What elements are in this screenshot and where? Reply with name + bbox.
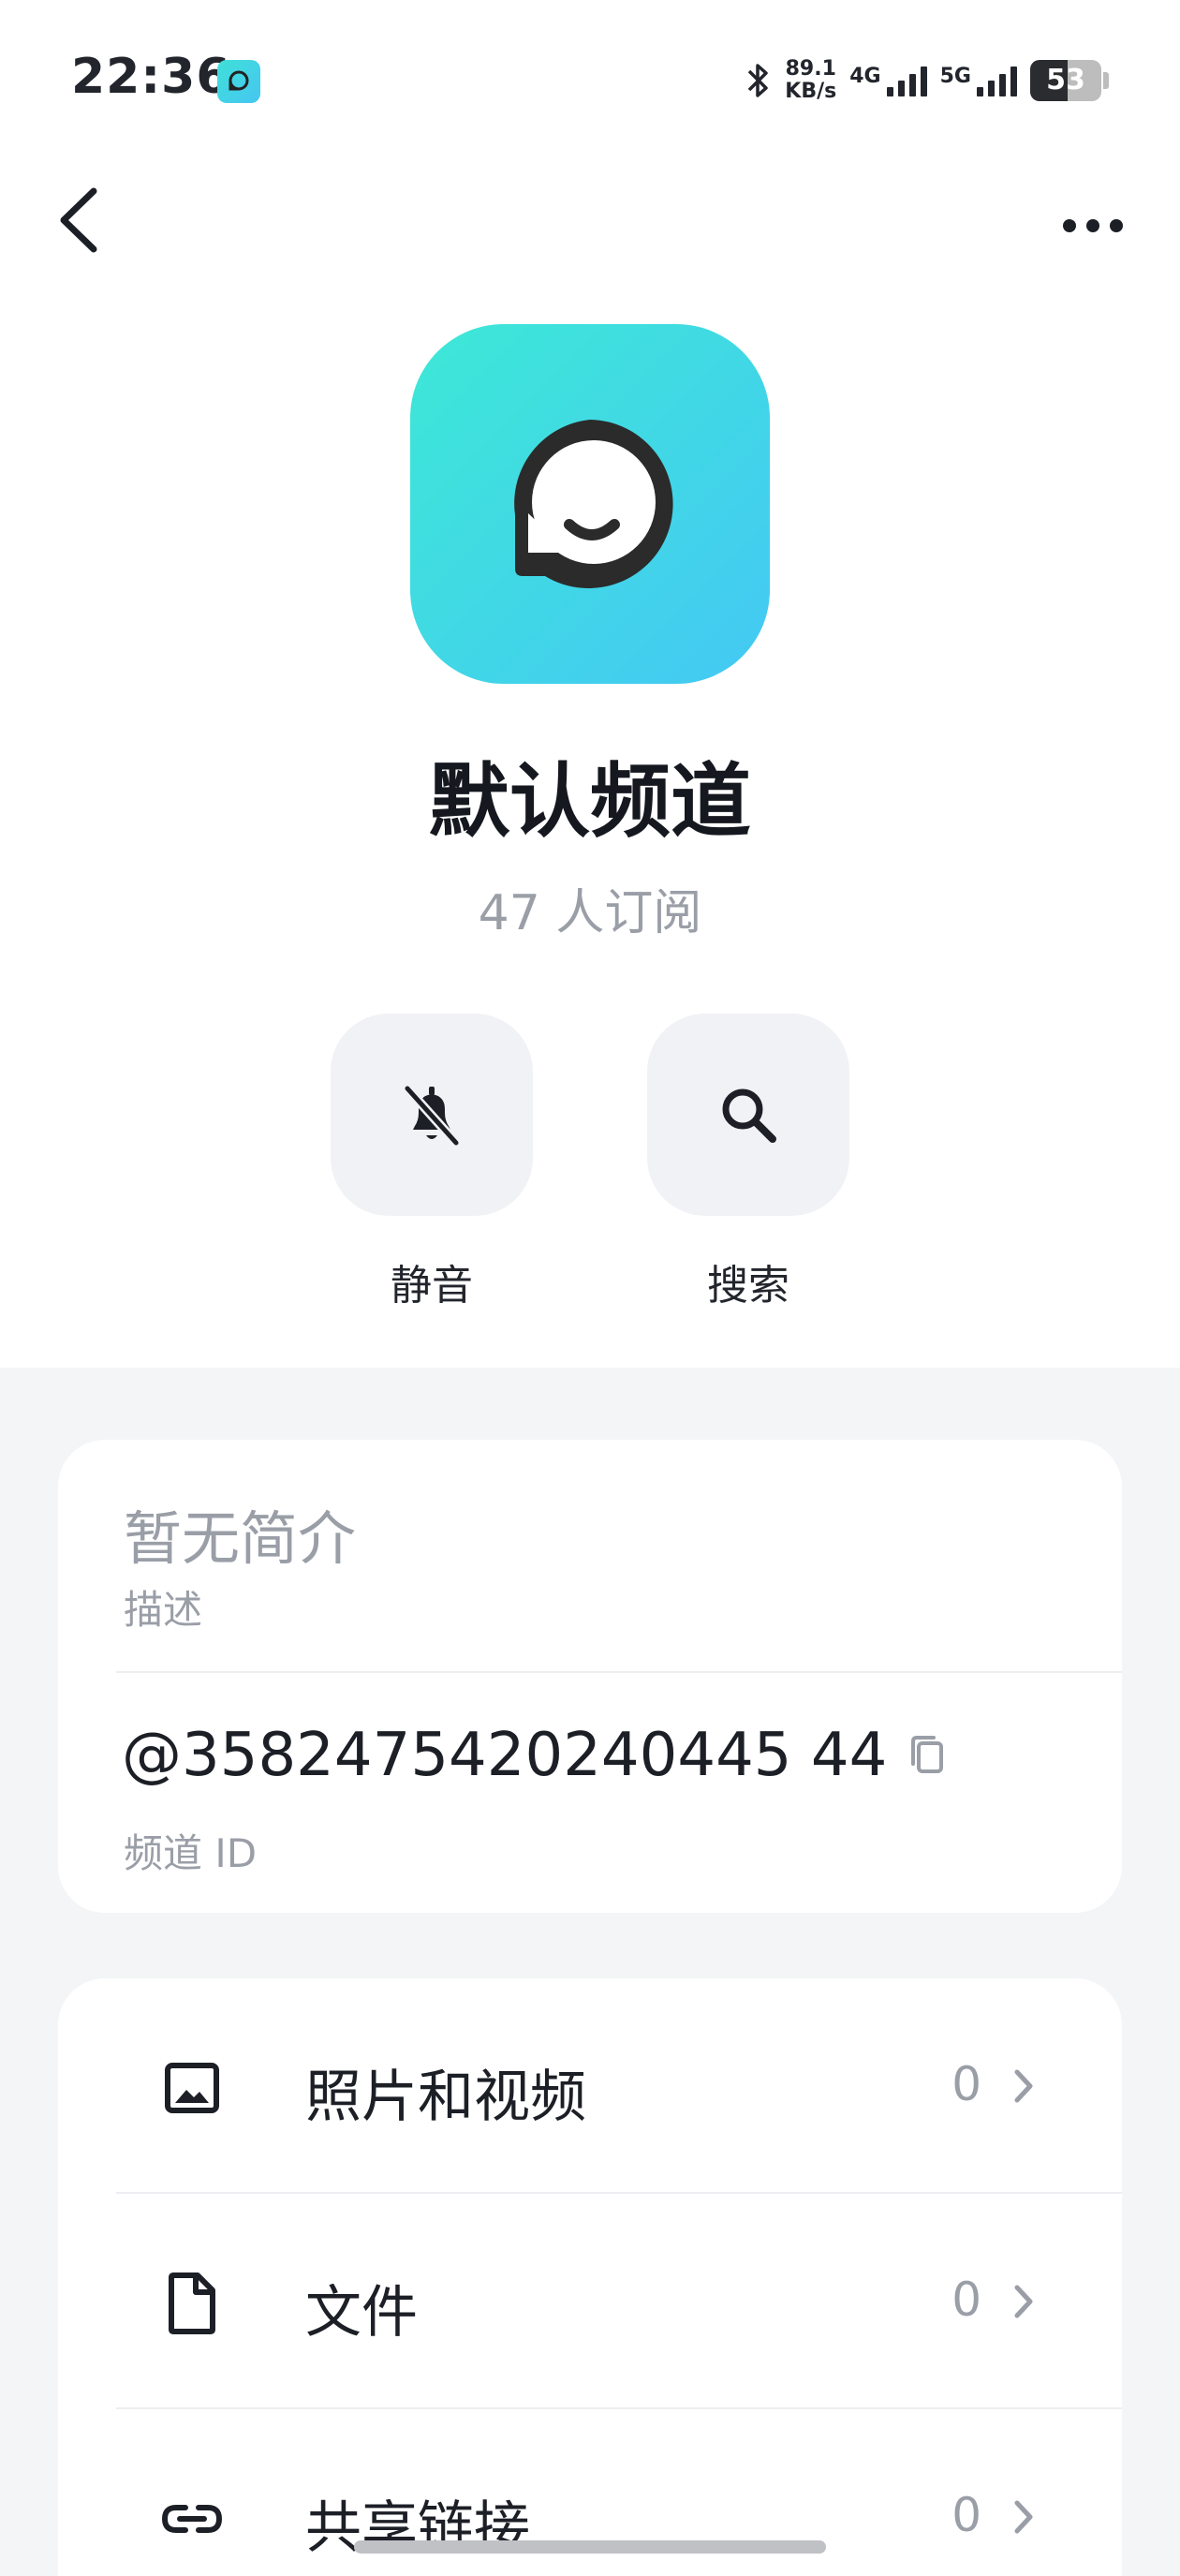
description-label: 描述	[124, 1587, 203, 1633]
mute-label: 静音	[391, 1262, 473, 1310]
channel-info-card: 暂无简介 描述 @3582475420240445 44 频道 ID	[58, 1440, 1122, 1913]
network-speed: 89.1 KB/s	[785, 58, 836, 103]
channel-id-value: @3582475420240445 44	[122, 1721, 888, 1790]
channel-avatar	[410, 324, 770, 684]
more-horizontal-icon	[1063, 219, 1123, 232]
channel-title: 默认频道	[429, 755, 751, 849]
chevron-right-icon	[1014, 2285, 1033, 2318]
chevron-left-icon	[60, 187, 97, 253]
chat-bubble-icon	[514, 420, 673, 588]
description-value: 暂无简介	[124, 1504, 357, 1573]
file-icon	[159, 2271, 225, 2336]
mute-button-circle[interactable]	[331, 1014, 533, 1216]
search-icon	[722, 1088, 776, 1143]
bell-off-icon	[403, 1084, 461, 1147]
network-speed-unit: KB/s	[785, 80, 837, 103]
app-notification-icon	[217, 60, 260, 103]
signal-5g: 5G	[940, 65, 1017, 96]
mute-button[interactable]: 静音	[331, 1014, 533, 1311]
battery-tip	[1103, 72, 1109, 89]
image-icon	[159, 2055, 225, 2121]
battery-icon: 53	[1030, 60, 1101, 101]
signal-bars-icon	[886, 65, 927, 96]
battery-level: 53	[1046, 64, 1085, 96]
signal-5g-label: 5G	[939, 65, 971, 88]
list-item-label: 照片和视频	[305, 2065, 586, 2130]
list-item-label: 文件	[305, 2280, 418, 2346]
status-time: 22:36	[71, 49, 231, 105]
status-bar: 22:36 89.1 KB/s 4G 5G 53	[0, 0, 1180, 159]
channel-id-row: @3582475420240445 44	[122, 1721, 949, 1790]
bluetooth-icon	[748, 64, 769, 97]
signal-4g-label: 4G	[849, 65, 881, 88]
search-label: 搜索	[707, 1262, 789, 1310]
link-icon	[159, 2486, 225, 2552]
subscriber-count: 47 人订阅	[478, 885, 702, 941]
search-button[interactable]: 搜索	[647, 1014, 849, 1311]
channel-id-label: 频道 ID	[124, 1830, 258, 1876]
search-button-circle[interactable]	[647, 1014, 849, 1216]
list-item-photos-videos[interactable]: 照片和视频 0	[58, 1978, 1122, 2194]
home-indicator[interactable]	[354, 2540, 826, 2554]
signal-bars-icon	[977, 65, 1017, 96]
back-button[interactable]	[52, 178, 109, 262]
copy-icon[interactable]	[907, 1732, 949, 1779]
more-button[interactable]	[1060, 202, 1126, 249]
chevron-right-icon	[1014, 2500, 1033, 2534]
chevron-right-icon	[1014, 2069, 1033, 2103]
status-indicators: 89.1 KB/s 4G 5G 53	[744, 52, 1109, 109]
list-item-count: 0	[951, 2057, 981, 2111]
divider	[116, 1671, 1122, 1673]
network-speed-value: 89.1	[785, 57, 836, 81]
list-item-files[interactable]: 文件 0	[58, 2194, 1122, 2409]
signal-4g: 4G	[849, 65, 927, 96]
list-item-count: 0	[951, 2273, 981, 2327]
list-item-count: 0	[951, 2488, 981, 2542]
shared-media-card: 照片和视频 0 文件 0 共享链接 0	[58, 1978, 1122, 2576]
